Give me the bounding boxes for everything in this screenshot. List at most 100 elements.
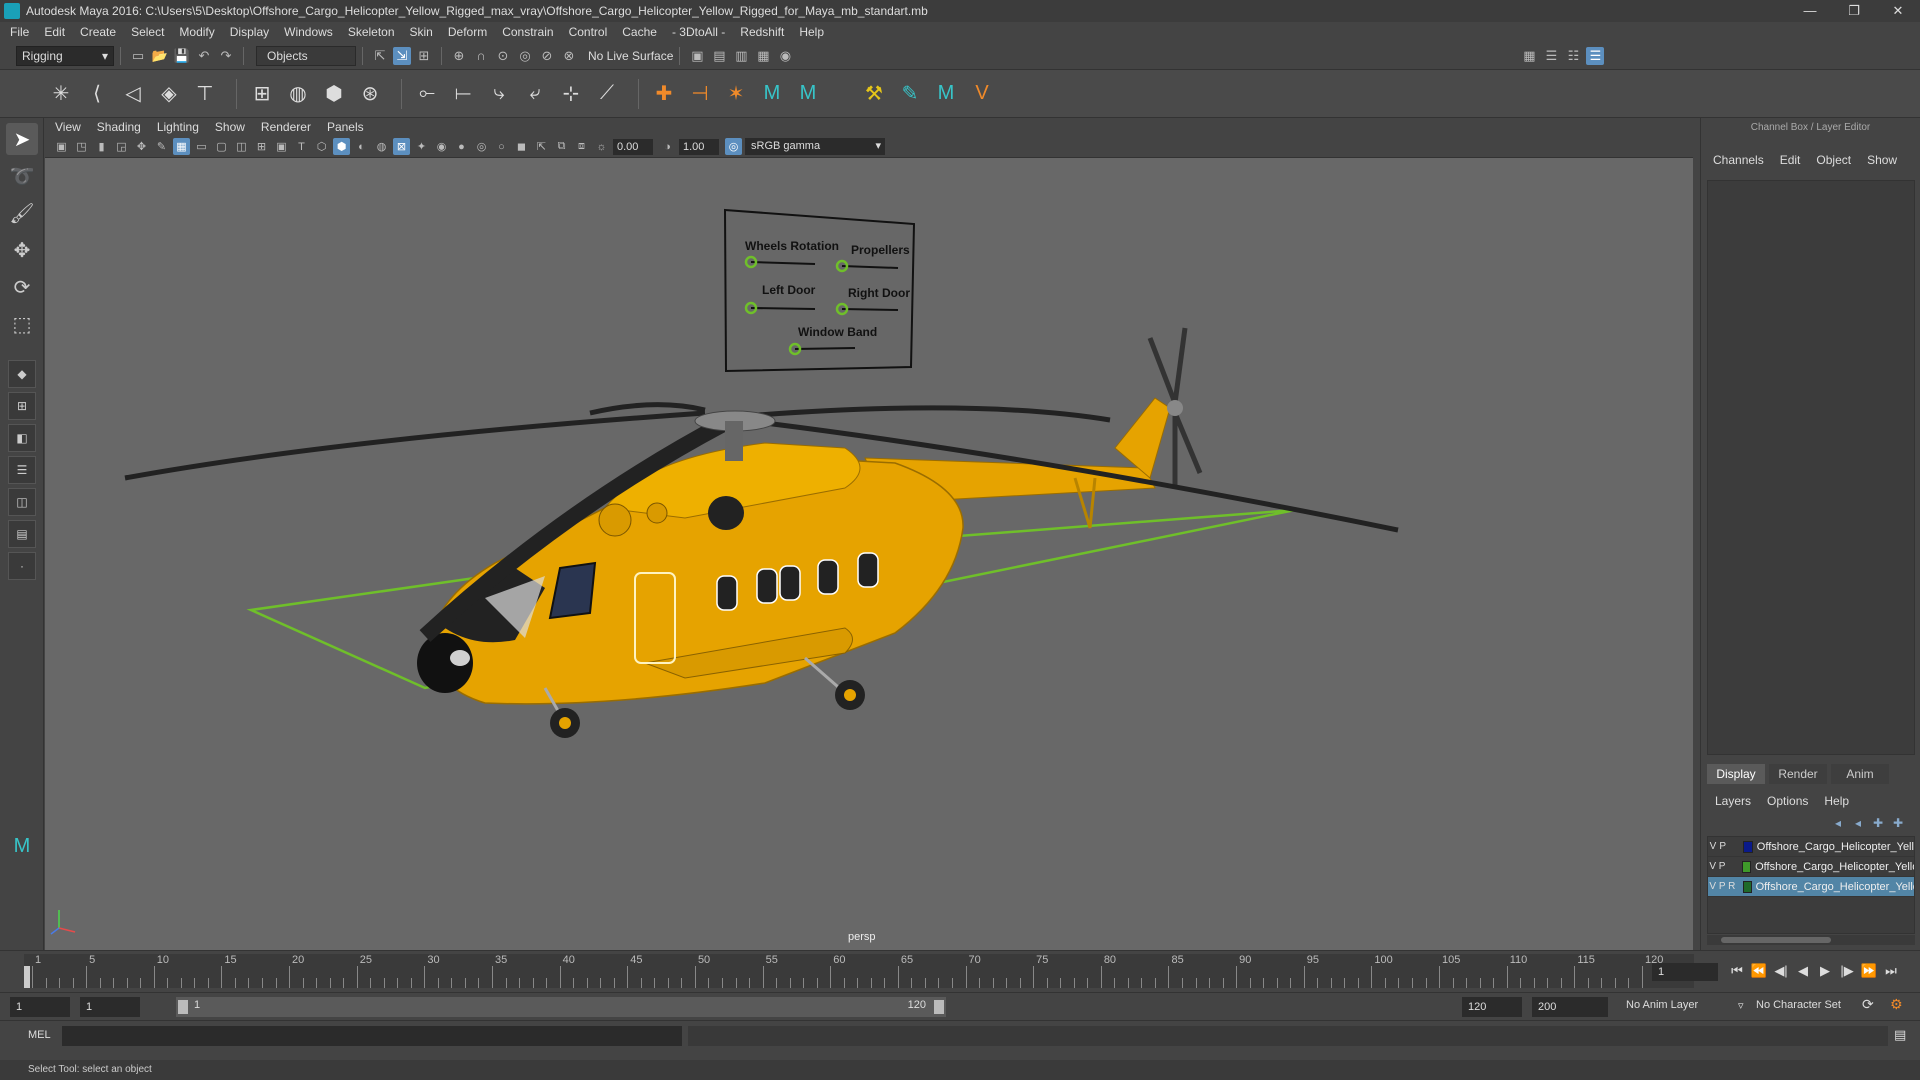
move-tool-icon[interactable]: ✥	[6, 234, 38, 266]
snap-view-icon[interactable]: ◎	[516, 47, 534, 65]
bind-skin-icon[interactable]: ⟜	[412, 79, 442, 109]
move-layer-down-icon[interactable]: ◂	[1848, 816, 1868, 832]
blend-shape-icon[interactable]: ⊹	[556, 79, 586, 109]
menu-cache[interactable]: Cache	[622, 25, 657, 39]
grid-toggle-icon[interactable]: ▦	[173, 138, 190, 155]
step-forward-key-icon[interactable]: ⏩	[1858, 963, 1880, 979]
redo-icon[interactable]: ↷	[217, 47, 235, 65]
go-to-end-icon[interactable]: ⏭	[1880, 963, 1902, 979]
field-chart-icon[interactable]: ⊞	[253, 138, 270, 155]
layer-visibility-toggle[interactable]: V	[1708, 841, 1718, 852]
shadows-icon[interactable]: ✦	[413, 138, 430, 155]
script-editor-icon[interactable]: ▤	[1894, 1027, 1906, 1043]
layer-list-scrollbar[interactable]	[1707, 935, 1915, 945]
menu-create[interactable]: Create	[80, 25, 116, 39]
lattice-icon[interactable]: ⊞	[247, 79, 277, 109]
xray-joints-icon[interactable]: ⧉	[553, 138, 570, 155]
xray-icon[interactable]: ⇱	[533, 138, 550, 155]
layer-color-swatch[interactable]	[1742, 860, 1752, 873]
2d-pan-icon[interactable]: ✥	[133, 138, 150, 155]
menu-windows[interactable]: Windows	[284, 25, 333, 39]
outliner-layout-icon[interactable]: ▤	[8, 520, 36, 548]
hypershade-icon[interactable]: ◉	[776, 47, 794, 65]
preferences-icon[interactable]: ⚙	[1890, 996, 1903, 1013]
vertex-icon[interactable]: V	[967, 79, 997, 109]
cb-menu-show[interactable]: Show	[1867, 153, 1897, 167]
snap-point-icon[interactable]: ⊙	[494, 47, 512, 65]
layer-color-swatch[interactable]	[1743, 840, 1753, 853]
scene-render[interactable]: Wheels Rotation Propellers Left Door Rig…	[45, 158, 1693, 950]
new-layer-selected-icon[interactable]: ✚	[1888, 816, 1908, 832]
panel-menu-shading[interactable]: Shading	[97, 120, 141, 134]
gamma-field[interactable]: 1.00	[679, 138, 719, 155]
isolate-select-icon[interactable]: ◼	[513, 138, 530, 155]
ik-spline-icon[interactable]: ◁	[118, 79, 148, 109]
persp-graph-layout-icon[interactable]: ◫	[8, 488, 36, 516]
channel-box-area[interactable]	[1707, 180, 1915, 755]
ipr-render-icon[interactable]: ▥	[732, 47, 750, 65]
tool-settings-icon[interactable]: ☷	[1564, 47, 1582, 65]
joint-tool-icon[interactable]: ✳	[46, 79, 76, 109]
ik-handle-icon[interactable]: ⟨	[82, 79, 112, 109]
safe-title-icon[interactable]: T	[293, 138, 310, 155]
tab-render[interactable]: Render	[1769, 764, 1827, 784]
anti-alias-icon[interactable]: ◎	[473, 138, 490, 155]
minimize-button[interactable]: —	[1788, 0, 1832, 22]
grease-pencil-icon[interactable]: ✎	[153, 138, 170, 155]
step-back-frame-icon[interactable]: ◀|	[1770, 963, 1792, 979]
layer-row[interactable]: V P Offshore_Cargo_Helicopter_Yellow_Rig…	[1708, 857, 1914, 877]
snap-surface-icon[interactable]: ⊘	[538, 47, 556, 65]
aim-constraint-icon[interactable]: ⊣	[685, 79, 715, 109]
render-settings-icon[interactable]: ▦	[754, 47, 772, 65]
wireframe-on-shaded-icon[interactable]: ◐	[353, 138, 370, 155]
ambient-occlusion-icon[interactable]: ◉	[433, 138, 450, 155]
safe-action-icon[interactable]: ▣	[273, 138, 290, 155]
selection-mode-field[interactable]: Objects	[256, 45, 356, 66]
paint-select-icon[interactable]: 🖌	[6, 197, 38, 229]
film-gate-icon[interactable]: ▭	[193, 138, 210, 155]
scrollbar-thumb[interactable]	[1721, 937, 1831, 943]
snap-grid-icon[interactable]: ⊕	[450, 47, 468, 65]
layer-playback-toggle[interactable]: P	[1718, 881, 1728, 892]
select-object-icon[interactable]: ⇲	[393, 46, 411, 65]
lasso-tool-icon[interactable]: ➰	[6, 160, 38, 192]
menu-help[interactable]: Help	[799, 25, 824, 39]
gamma-icon[interactable]: ◑	[659, 138, 676, 155]
render-view-icon[interactable]: ▣	[688, 47, 706, 65]
paint-skin-icon[interactable]: ✎	[895, 79, 925, 109]
step-forward-frame-icon[interactable]: |▶	[1836, 963, 1858, 979]
anim-layer-dropdown[interactable]: No Anim Layer	[1626, 999, 1698, 1011]
gate-mask-icon[interactable]: ◫	[233, 138, 250, 155]
rotate-tool-icon[interactable]: ⟳	[6, 271, 38, 303]
start-time-field[interactable]: 1	[10, 996, 70, 1017]
cb-menu-edit[interactable]: Edit	[1780, 153, 1801, 167]
panel-menu-lighting[interactable]: Lighting	[157, 120, 199, 134]
tab-display[interactable]: Display	[1707, 764, 1765, 784]
new-scene-icon[interactable]: ▭	[129, 47, 147, 65]
live-surface-label[interactable]: No Live Surface	[588, 49, 673, 63]
cb-menu-object[interactable]: Object	[1816, 153, 1851, 167]
le-menu-layers[interactable]: Layers	[1715, 794, 1751, 808]
camera-select-icon[interactable]: ▣	[53, 138, 70, 155]
smooth-bind-icon[interactable]: ⤶	[520, 79, 550, 109]
le-menu-options[interactable]: Options	[1767, 794, 1808, 808]
wrap-icon[interactable]: ⬢	[319, 79, 349, 109]
layer-visibility-toggle[interactable]: V	[1708, 881, 1718, 892]
paint-weights-icon[interactable]: ⤷	[484, 79, 514, 109]
motion-blur-icon[interactable]: ●	[453, 138, 470, 155]
render-frame-icon[interactable]: ▤	[710, 47, 728, 65]
depth-of-field-icon[interactable]: ○	[493, 138, 510, 155]
hik-control-icon[interactable]: M	[793, 79, 823, 109]
insert-joint-icon[interactable]: ◈	[154, 79, 184, 109]
new-layer-icon[interactable]: ✚	[1868, 816, 1888, 832]
modeling-toolkit-icon[interactable]: ▦	[1520, 47, 1538, 65]
menu-set-dropdown[interactable]: Rigging ▾	[16, 45, 114, 66]
view-transform-dropdown[interactable]: sRGB gamma ▾	[745, 138, 885, 155]
hik-icon[interactable]: M	[757, 79, 787, 109]
point-constraint-icon[interactable]: ✚	[649, 79, 679, 109]
time-slider-track[interactable]: 1 5 10 15 20 25 30 35 40 45 50 55 60 65 70 75 80 85 90 95 10…	[24, 954, 1694, 988]
undo-icon[interactable]: ↶	[195, 47, 213, 65]
playback-end-field[interactable]: 120	[1462, 997, 1522, 1017]
move-layer-up-icon[interactable]: ◂	[1828, 816, 1848, 832]
current-time-indicator[interactable]	[24, 966, 30, 988]
